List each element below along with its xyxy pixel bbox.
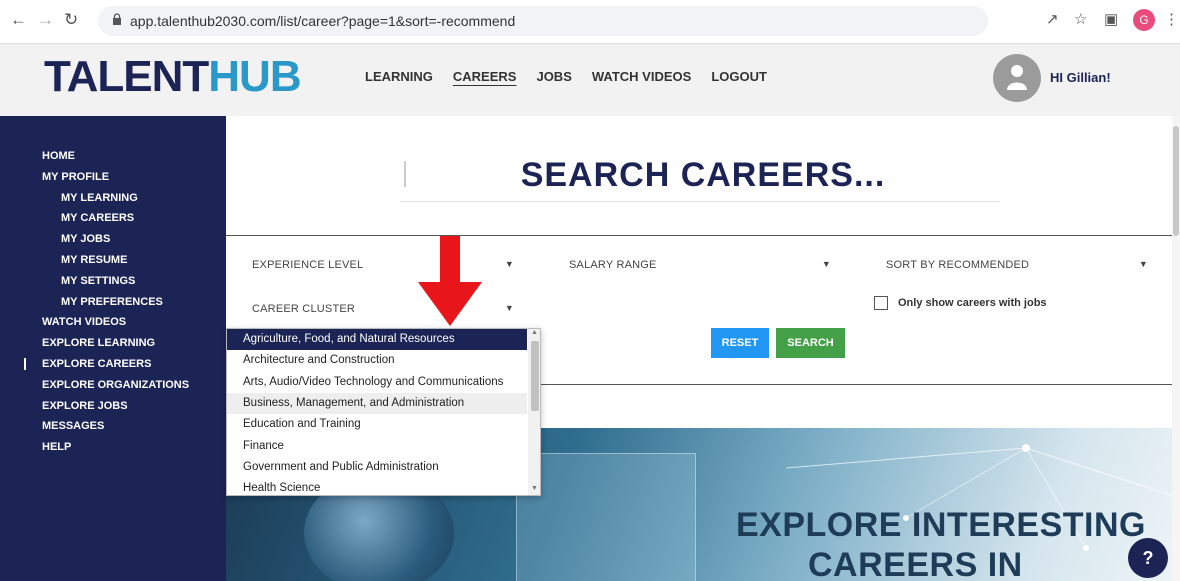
address-bar[interactable]: app.talenthub2030.com/list/career?page=1… <box>98 6 988 36</box>
sidebar-item-my-settings[interactable]: MY SETTINGS <box>0 271 226 292</box>
banner-heading-line1: EXPLORE INTERESTING <box>736 506 1146 544</box>
dropdown-option[interactable]: Architecture and Construction <box>227 350 527 371</box>
user-greeting: HI Gillian! <box>1050 70 1111 85</box>
sidebar-item-my-careers[interactable]: MY CAREERS <box>0 208 226 229</box>
banner-heading-line2: CAREERS IN <box>808 546 1023 581</box>
profile-initial: G <box>1139 13 1149 27</box>
dropdown-option[interactable]: Business, Management, and Administration <box>227 392 527 415</box>
dropdown-scrollbar[interactable]: ▲ ▼ <box>528 329 540 495</box>
browser-profile-avatar[interactable]: G <box>1133 9 1155 31</box>
filter-top-divider <box>226 235 1180 236</box>
dropdown-option[interactable]: Health Science <box>227 478 527 495</box>
red-arrow-annotation-icon <box>418 236 482 326</box>
browser-toolbar: ← → ↻ app.talenthub2030.com/list/career?… <box>0 0 1180 44</box>
top-navigation: LEARNING CAREERS JOBS WATCH VIDEOS LOGOU… <box>365 69 767 84</box>
back-arrow-icon[interactable]: ← <box>10 10 27 30</box>
kebab-menu-icon[interactable]: ⋮ <box>1164 10 1179 28</box>
help-circle-icon[interactable]: ? <box>1128 538 1168 578</box>
chevron-down-icon: ▼ <box>504 303 514 313</box>
sidebar-item-explore-organizations[interactable]: EXPLORE ORGANIZATIONS <box>0 375 226 396</box>
dropdown-option[interactable]: Education and Training <box>227 414 527 435</box>
user-avatar[interactable] <box>993 54 1041 102</box>
dropdown-option[interactable]: Government and Public Administration <box>227 457 527 478</box>
title-divider <box>400 201 1000 202</box>
sidebar-item-my-learning[interactable]: MY LEARNING <box>0 188 226 209</box>
bookmark-star-icon[interactable]: ☆ <box>1074 10 1087 28</box>
sort-label: SORT BY RECOMMENDED <box>886 259 1030 271</box>
sidebar-item-my-resume[interactable]: MY RESUME <box>0 250 226 271</box>
url-text: app.talenthub2030.com/list/career?page=1… <box>130 13 516 29</box>
sidebar-item-my-profile[interactable]: MY PROFILE <box>0 167 226 188</box>
reload-icon[interactable]: ↻ <box>64 10 78 30</box>
only-jobs-label: Only show careers with jobs <box>898 297 1047 309</box>
user-silhouette-icon <box>1007 65 1027 90</box>
chevron-down-icon: ▼ <box>1138 259 1148 269</box>
sidebar-item-explore-jobs[interactable]: EXPLORE JOBS <box>0 396 226 417</box>
nav-careers[interactable]: CAREERS <box>453 69 517 84</box>
nav-jobs[interactable]: JOBS <box>536 69 571 84</box>
nav-watch-videos[interactable]: WATCH VIDEOS <box>592 69 691 84</box>
reset-button[interactable]: RESET <box>711 328 769 358</box>
experience-level-label: EXPERIENCE LEVEL <box>252 259 364 271</box>
page-scrollbar[interactable] <box>1172 116 1180 581</box>
forward-arrow-icon[interactable]: → <box>37 10 54 30</box>
sidebar-item-help[interactable]: HELP <box>0 437 226 458</box>
scroll-up-icon[interactable]: ▲ <box>531 329 538 336</box>
talent-hub-logo[interactable]: TALENTHUB <box>44 52 302 102</box>
scroll-down-icon[interactable]: ▼ <box>531 485 538 492</box>
sidebar-item-my-jobs[interactable]: MY JOBS <box>0 229 226 250</box>
chevron-down-icon: ▼ <box>504 259 514 269</box>
dropdown-scroll-thumb[interactable] <box>531 341 539 411</box>
only-jobs-checkbox[interactable] <box>874 296 888 310</box>
sidebar: HOME MY PROFILE MY LEARNING MY CAREERS M… <box>0 116 226 581</box>
nav-logout[interactable]: LOGOUT <box>711 69 767 84</box>
page-scroll-thumb[interactable] <box>1173 126 1179 236</box>
chevron-down-icon: ▼ <box>821 259 831 269</box>
help-glyph: ? <box>1142 548 1154 568</box>
salary-range-label: SALARY RANGE <box>569 259 657 271</box>
sidebar-item-explore-learning[interactable]: EXPLORE LEARNING <box>0 333 226 354</box>
career-cluster-dropdown[interactable]: Agriculture, Food, and Natural Resources… <box>226 328 541 496</box>
search-button[interactable]: SEARCH <box>776 328 845 358</box>
dropdown-option[interactable]: Agriculture, Food, and Natural Resources <box>227 329 527 351</box>
sort-select[interactable]: SORT BY RECOMMENDED ▼ <box>886 259 1148 279</box>
sidebar-item-messages[interactable]: MESSAGES <box>0 416 226 437</box>
career-cluster-label: CAREER CLUSTER <box>252 303 356 315</box>
salary-range-select[interactable]: SALARY RANGE ▼ <box>569 259 831 279</box>
logo-text-hub: HUB <box>208 52 301 101</box>
page-title: SEARCH CAREERS... <box>520 156 886 194</box>
site-header: TALENTHUB LEARNING CAREERS JOBS WATCH VI… <box>0 44 1180 116</box>
sidebar-item-explore-careers[interactable]: EXPLORE CAREERS <box>0 354 226 375</box>
sidepanel-icon[interactable]: ▣ <box>1104 10 1118 28</box>
dropdown-option[interactable]: Arts, Audio/Video Technology and Communi… <box>227 372 527 393</box>
dropdown-option[interactable]: Finance <box>227 436 527 457</box>
sidebar-item-my-preferences[interactable]: MY PREFERENCES <box>0 292 226 313</box>
nav-learning[interactable]: LEARNING <box>365 69 433 84</box>
logo-text-talent: TALENT <box>44 52 209 101</box>
sidebar-item-watch-videos[interactable]: WATCH VIDEOS <box>0 312 226 333</box>
share-icon[interactable]: ↗ <box>1046 10 1059 28</box>
lock-icon <box>113 13 121 25</box>
sidebar-item-home[interactable]: HOME <box>0 146 226 167</box>
banner-glass-panel-image <box>516 453 696 581</box>
